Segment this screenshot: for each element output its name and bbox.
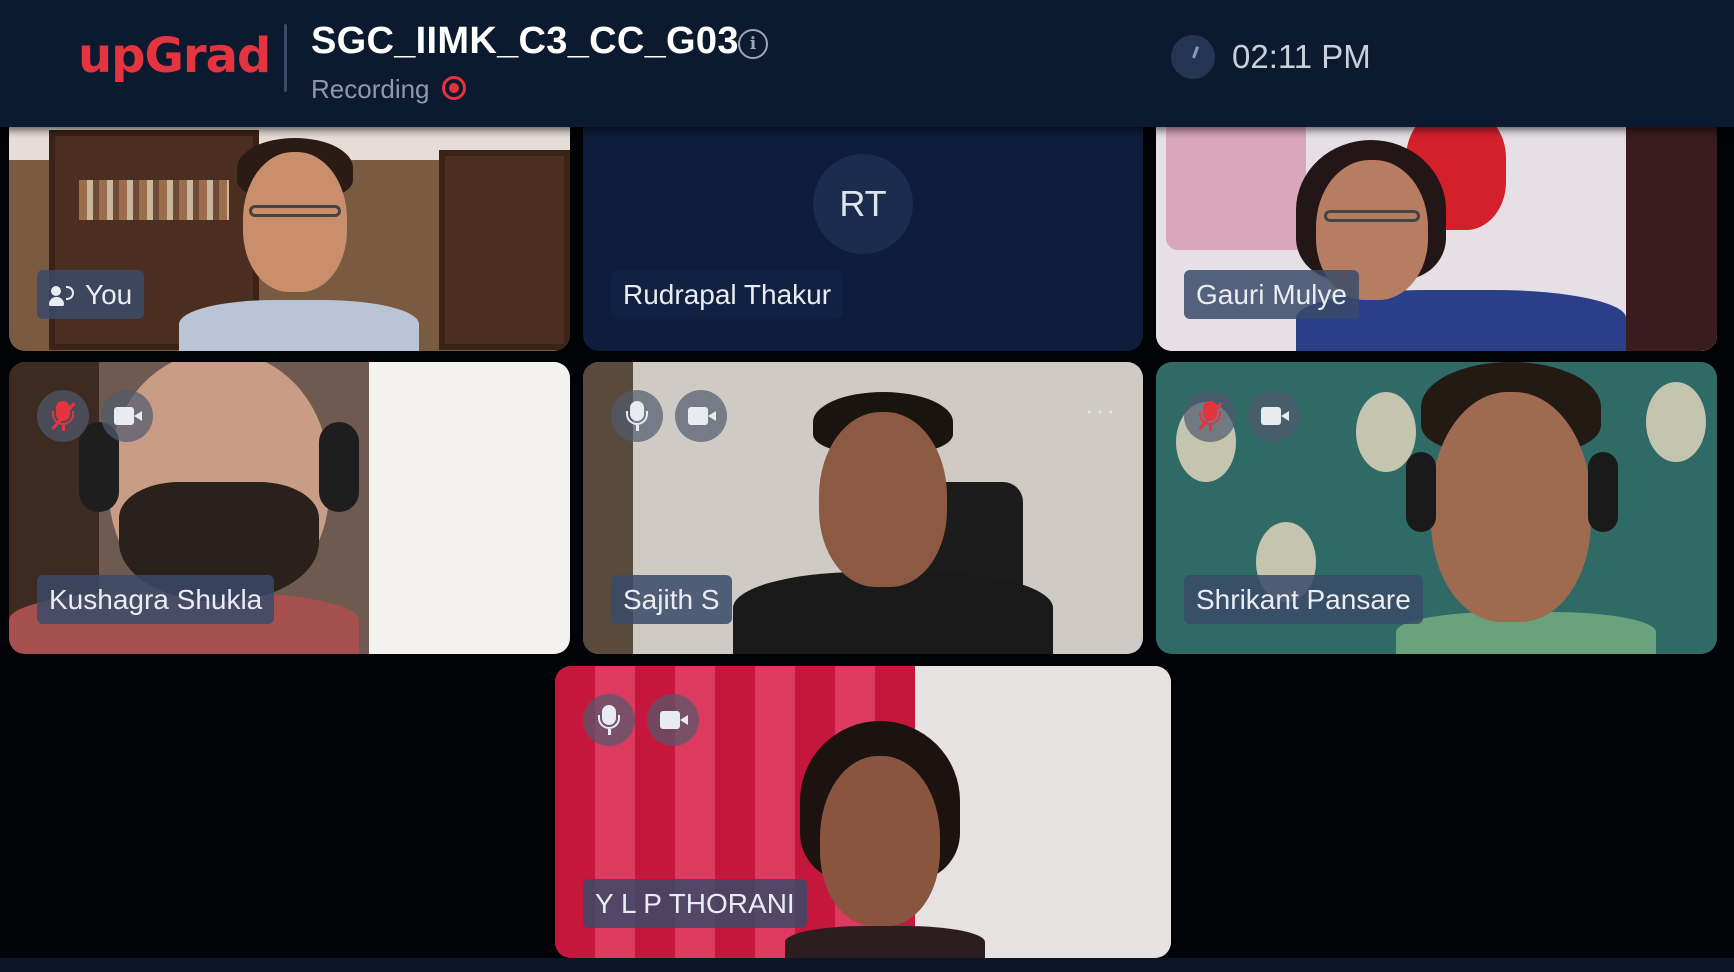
bookshelf <box>439 150 570 350</box>
mic-button[interactable] <box>611 390 663 442</box>
bottom-bar <box>0 958 1734 972</box>
upgrad-logo: upGrad <box>78 28 271 84</box>
camera-icon <box>688 407 716 425</box>
meeting-title: SGC_IIMK_C3_CC_G03 <box>311 20 739 62</box>
participant-tile-rudrapal-thakur[interactable]: RT Rudrapal Thakur <box>583 100 1143 351</box>
glasses <box>1324 210 1420 222</box>
person-face <box>1431 392 1591 622</box>
books <box>79 180 229 220</box>
mic-icon <box>626 401 648 431</box>
info-icon[interactable]: i <box>738 29 768 59</box>
wallpaper-pattern <box>1646 382 1706 462</box>
avatar: RT <box>813 154 913 254</box>
person-face <box>243 152 347 292</box>
camera-icon <box>1261 407 1289 425</box>
recording-indicator-icon <box>442 76 466 100</box>
participant-name: Sajith S <box>623 584 720 615</box>
video-background <box>369 362 570 654</box>
recording-label: Recording <box>311 74 430 104</box>
participant-tile-shrikant-pansare[interactable]: Shrikant Pansare <box>1156 362 1717 654</box>
participant-tile-gauri-mulye[interactable]: Gauri Mulye <box>1156 100 1717 351</box>
camera-icon <box>660 711 688 729</box>
camera-button[interactable] <box>1248 390 1300 442</box>
participant-name-tag: Rudrapal Thakur <box>611 270 844 319</box>
participant-name-tag: Shrikant Pansare <box>1184 575 1423 624</box>
mic-off-icon <box>52 401 74 431</box>
glasses <box>249 205 341 217</box>
more-options-button[interactable]: ··· <box>1085 397 1117 423</box>
participant-name-tag: Sajith S <box>611 575 732 624</box>
mic-muted-button[interactable] <box>37 390 89 442</box>
mic-off-icon <box>1199 401 1221 431</box>
participant-name: Shrikant Pansare <box>1196 584 1411 615</box>
header-divider <box>284 24 287 92</box>
camera-icon <box>114 407 142 425</box>
wall-poster <box>1166 120 1306 250</box>
participant-tile-kushagra-shukla[interactable]: Kushagra Shukla <box>9 362 570 654</box>
camera-button[interactable] <box>101 390 153 442</box>
headphones <box>1588 452 1618 532</box>
person-shirt <box>785 926 985 958</box>
mic-muted-button[interactable] <box>1184 390 1236 442</box>
participant-tile-y-l-p-thorani[interactable]: ··· Y L P THORANI <box>555 666 1171 958</box>
participant-name: Rudrapal Thakur <box>623 279 832 310</box>
mic-button[interactable] <box>583 694 635 746</box>
person-face <box>819 412 947 587</box>
more-options-button[interactable]: ··· <box>1113 701 1145 727</box>
participant-name-tag: Kushagra Shukla <box>37 575 275 624</box>
headphones <box>1406 452 1436 532</box>
person-face <box>820 756 940 926</box>
participant-name: You <box>85 279 133 310</box>
participant-name: Gauri Mulye <box>1196 279 1347 310</box>
door <box>1626 100 1717 351</box>
participant-name-tag: You <box>37 270 145 319</box>
participant-tile-sajith-s[interactable]: ··· Sajith S <box>583 362 1143 654</box>
clock-time: 02:11 PM <box>1232 38 1371 75</box>
participant-name: Y L P THORANI <box>595 888 795 919</box>
participant-name-tag: Y L P THORANI <box>583 879 807 928</box>
speaker-icon <box>49 284 75 306</box>
participant-name-tag: Gauri Mulye <box>1184 270 1359 319</box>
participant-name: Kushagra Shukla <box>49 584 263 615</box>
camera-button[interactable] <box>675 390 727 442</box>
headphones <box>319 422 359 512</box>
top-bar: upGrad SGC_IIMK_C3_CC_G03 i Recording 02… <box>0 0 1734 127</box>
participant-tile-you[interactable]: You <box>9 100 570 351</box>
mic-icon <box>598 705 620 735</box>
person-shirt <box>179 300 419 351</box>
clock-icon <box>1171 35 1215 79</box>
camera-button[interactable] <box>647 694 699 746</box>
